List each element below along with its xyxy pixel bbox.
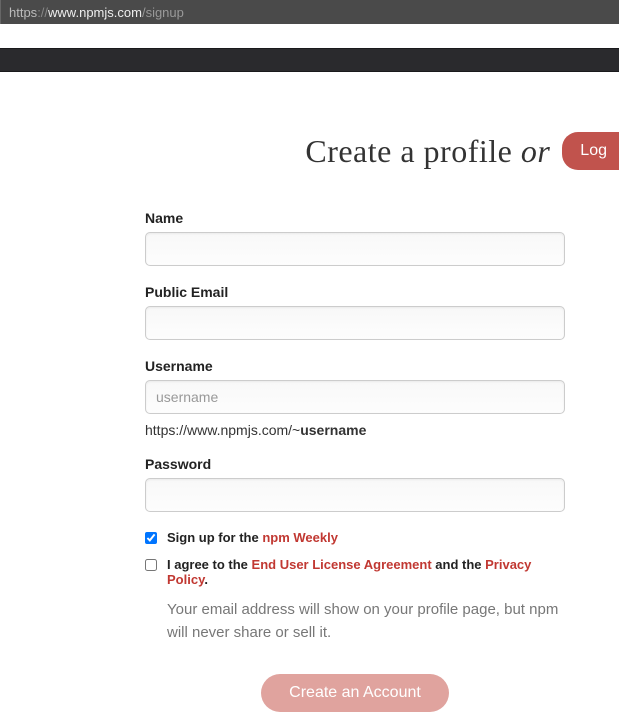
username-hint: https://www.npmjs.com/~username xyxy=(145,422,565,438)
url-path: /signup xyxy=(142,5,184,20)
submit-row: Create an Account xyxy=(145,674,565,712)
main-content: Create a profile or Log Name Public Emai… xyxy=(0,72,619,712)
weekly-text: Sign up for the npm Weekly xyxy=(167,530,338,545)
username-label: Username xyxy=(145,358,565,374)
agree-text: I agree to the End User License Agreemen… xyxy=(167,557,565,587)
agree-prefix: I agree to the xyxy=(167,557,252,572)
heading-row: Create a profile or Log xyxy=(0,132,619,170)
agree-mid: and the xyxy=(432,557,485,572)
email-input[interactable] xyxy=(145,306,565,340)
address-bar[interactable]: https://www.npmjs.com/signup xyxy=(0,0,619,24)
name-field-group: Name xyxy=(145,210,565,266)
title-main: Create a profile xyxy=(305,133,521,169)
eula-link[interactable]: End User License Agreement xyxy=(252,557,432,572)
username-input[interactable] xyxy=(145,380,565,414)
username-field-group: Username https://www.npmjs.com/~username xyxy=(145,358,565,438)
agree-suffix: . xyxy=(204,572,208,587)
nav-strip xyxy=(0,48,619,72)
weekly-link[interactable]: npm Weekly xyxy=(262,530,338,545)
weekly-checkbox-row: Sign up for the npm Weekly xyxy=(145,530,565,545)
login-button[interactable]: Log xyxy=(562,132,619,170)
agree-checkbox[interactable] xyxy=(145,559,157,571)
page-title: Create a profile or xyxy=(305,133,550,170)
weekly-prefix: Sign up for the xyxy=(167,530,262,545)
email-label: Public Email xyxy=(145,284,565,300)
username-hint-bold: username xyxy=(300,422,366,438)
email-privacy-note: Your email address will show on your pro… xyxy=(167,599,565,644)
title-or: or xyxy=(521,133,550,169)
password-input[interactable] xyxy=(145,478,565,512)
name-input[interactable] xyxy=(145,232,565,266)
weekly-checkbox[interactable] xyxy=(145,532,157,544)
signup-form: Name Public Email Username https://www.n… xyxy=(145,210,565,712)
url-protocol: https xyxy=(9,5,37,20)
url-host: www.npmjs.com xyxy=(48,5,142,20)
username-hint-prefix: https://www.npmjs.com/~ xyxy=(145,422,300,438)
password-field-group: Password xyxy=(145,456,565,512)
create-account-button[interactable]: Create an Account xyxy=(261,674,449,712)
password-label: Password xyxy=(145,456,565,472)
agree-checkbox-row: I agree to the End User License Agreemen… xyxy=(145,557,565,587)
email-field-group: Public Email xyxy=(145,284,565,340)
agree-text-block: I agree to the End User License Agreemen… xyxy=(167,557,565,587)
url-separator: :// xyxy=(37,5,48,20)
name-label: Name xyxy=(145,210,565,226)
